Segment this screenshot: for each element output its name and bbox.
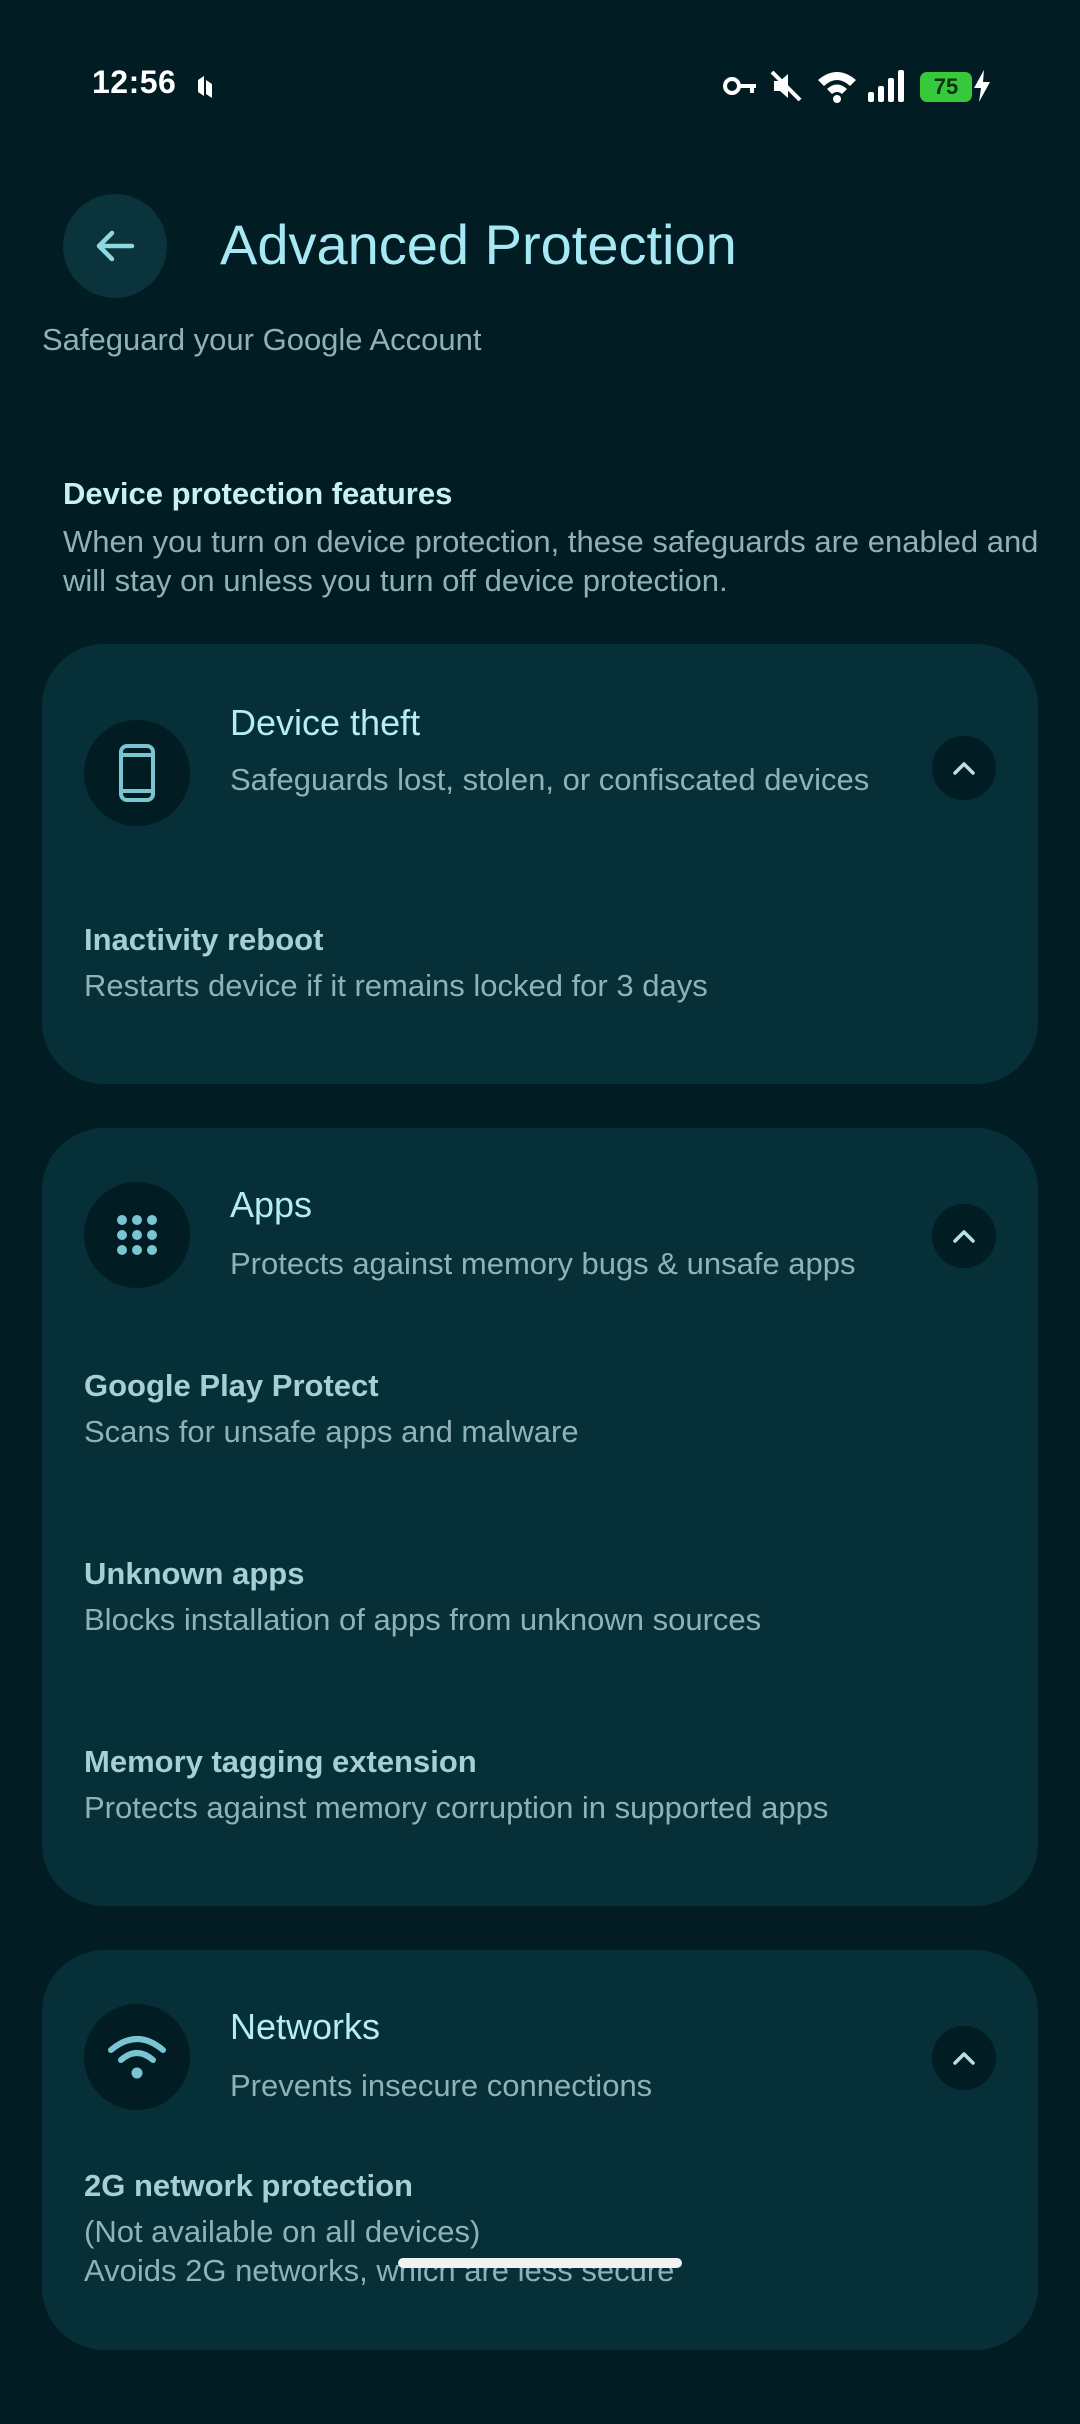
chevron-up-icon — [953, 1230, 975, 1243]
card-title: Networks — [230, 2006, 381, 2047]
collapse-button[interactable] — [932, 736, 996, 800]
chevron-up-icon — [953, 762, 975, 775]
wifi-icon — [818, 72, 856, 103]
card-title: Apps — [230, 1184, 313, 1225]
phone-icon — [119, 744, 155, 802]
card-device-theft: Device theft Safeguards lost, stolen, or… — [42, 644, 1038, 1084]
item-description: Protects against memory corruption in su… — [84, 1790, 829, 1825]
section-description: When you turn on device protection, thes… — [63, 524, 1039, 598]
item-title: Unknown apps — [84, 1556, 305, 1591]
card-icon-container — [84, 2004, 190, 2110]
notification-icon — [198, 76, 212, 98]
vpn-key-icon — [723, 77, 756, 95]
card-description: Prevents insecure connections — [230, 2068, 653, 2103]
card-description: Safeguards lost, stolen, or confiscated … — [230, 762, 870, 797]
card-icon-container — [84, 1182, 190, 1288]
wifi-icon — [108, 2036, 166, 2079]
cellular-signal-icon — [868, 70, 904, 102]
chevron-up-icon — [953, 2052, 975, 2065]
battery-icon: 75 — [920, 72, 972, 102]
item-description: Restarts device if it remains locked for… — [84, 968, 708, 1003]
item-description: Blocks installation of apps from unknown… — [84, 1602, 762, 1637]
item-title: Inactivity reboot — [84, 922, 324, 957]
section-title: Device protection features — [63, 476, 453, 511]
card-networks: Networks Prevents insecure connections 2… — [42, 1950, 1038, 2350]
apps-grid-icon — [117, 1215, 157, 1255]
item-description: Scans for unsafe apps and malware — [84, 1414, 579, 1449]
item-description: (Not available on all devices) Avoids 2G… — [84, 2214, 675, 2288]
card-title: Device theft — [230, 702, 421, 743]
collapse-button[interactable] — [932, 1204, 996, 1268]
item-title: 2G network protection — [84, 2168, 413, 2203]
card-description: Protects against memory bugs & unsafe ap… — [230, 1246, 856, 1281]
collapse-button[interactable] — [932, 2026, 996, 2090]
charging-bolt-icon — [974, 70, 990, 102]
page-subtitle: Safeguard your Google Account — [42, 322, 482, 357]
card-icon-container — [84, 720, 190, 826]
item-title: Google Play Protect — [84, 1368, 379, 1403]
home-indicator[interactable] — [398, 2258, 682, 2268]
back-button[interactable] — [63, 194, 167, 298]
back-arrow-icon — [96, 230, 135, 262]
mute-icon — [770, 70, 802, 102]
card-apps: Apps Protects against memory bugs & unsa… — [42, 1128, 1038, 1906]
status-time: 12:56 — [92, 64, 177, 100]
item-title: Memory tagging extension — [84, 1744, 477, 1779]
page-title: Advanced Protection — [220, 213, 737, 276]
